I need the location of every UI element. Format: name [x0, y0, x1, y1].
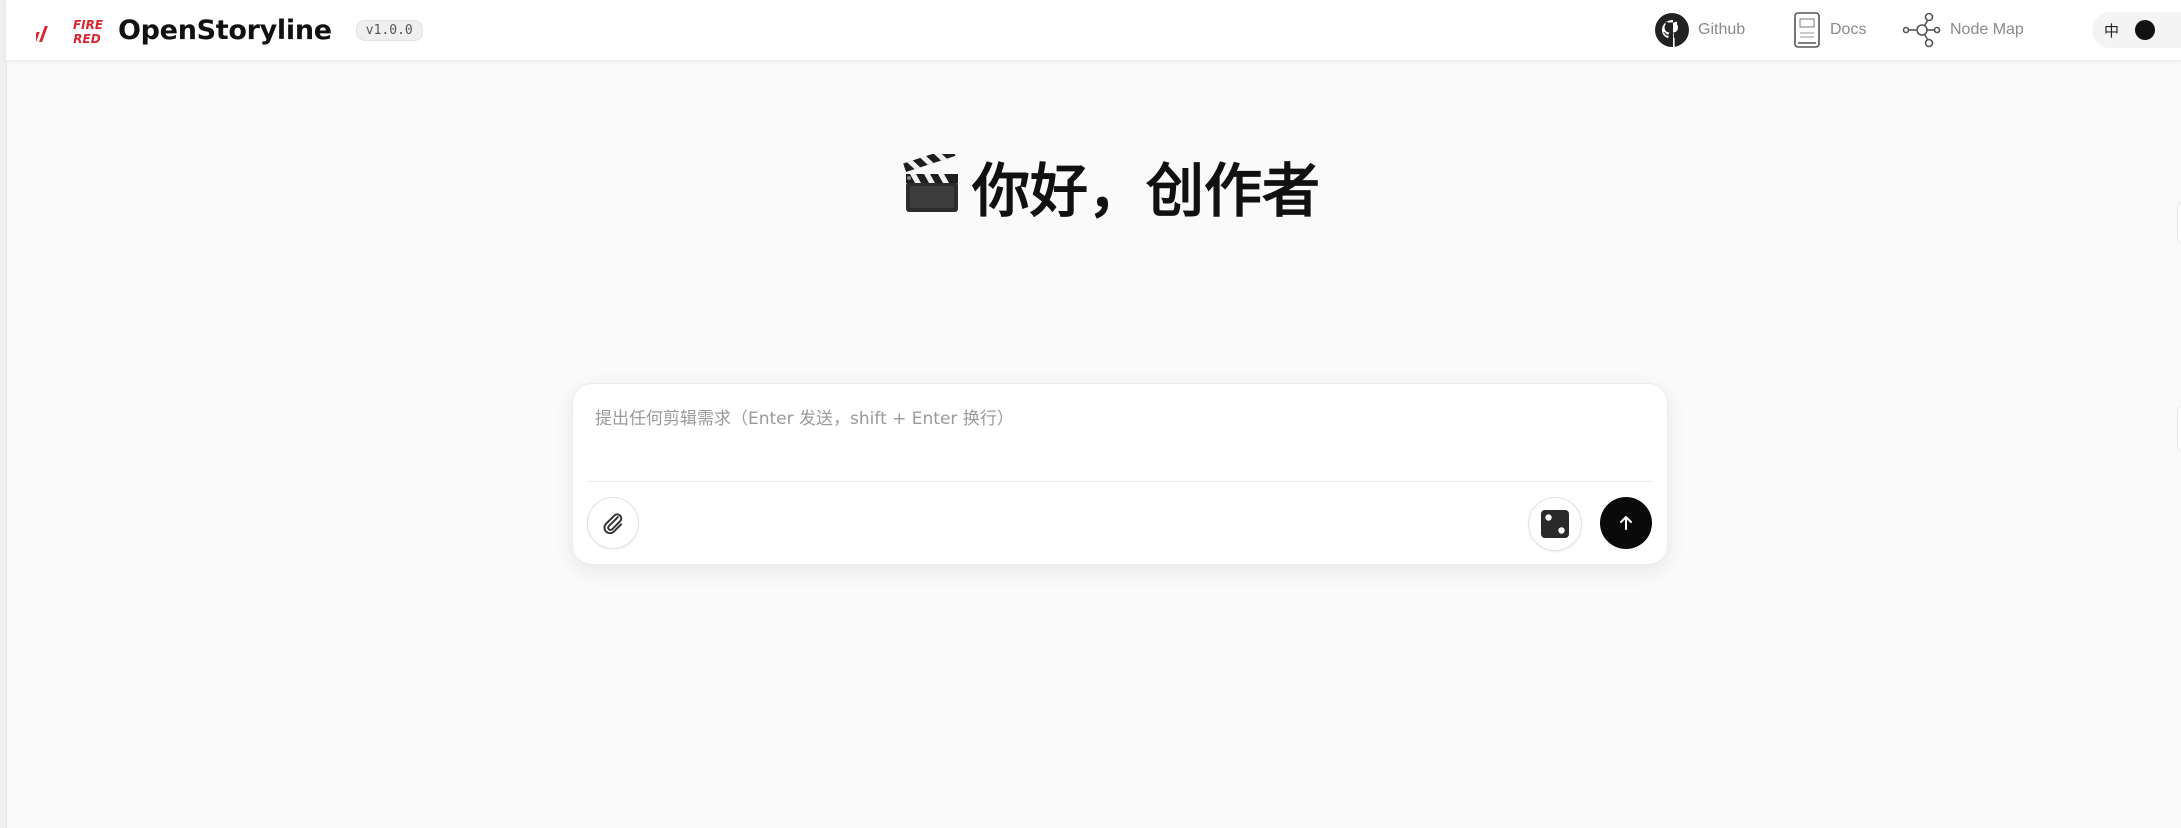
version-badge: v1.0.0	[355, 19, 423, 41]
send-button[interactable]	[1600, 497, 1652, 549]
language-toggle[interactable]: 中	[2092, 12, 2181, 48]
toggle-knob	[2135, 20, 2156, 40]
composer	[572, 383, 1668, 565]
node-map-link[interactable]: Node Map	[1902, 8, 2024, 52]
greeting: 你好，创作者	[900, 148, 1320, 225]
firered-logo: FIRE RED	[36, 18, 104, 46]
arrow-up-icon	[1620, 516, 1632, 530]
right-edge-handle[interactable]	[2177, 406, 2181, 452]
greeting-title: 你好，创作者	[972, 157, 1321, 225]
github-icon	[1655, 13, 1689, 47]
nav-github-label: Github	[1698, 21, 1746, 38]
docs-icon	[1794, 12, 1820, 48]
nav-docs-label: Docs	[1830, 21, 1867, 38]
logo-text-bottom: RED	[73, 32, 100, 46]
language-label: 中	[2104, 21, 2120, 40]
dice-button[interactable]	[1528, 497, 1582, 551]
brand[interactable]: FIRE RED OpenStoryline v1.0.0	[36, 10, 423, 50]
right-edge-handle[interactable]	[2177, 202, 2181, 244]
github-link[interactable]: Github	[1654, 8, 1745, 52]
top-bar: FIRE RED OpenStoryline v1.0.0 Github Doc…	[6, 0, 2181, 61]
left-edge-rail	[0, 0, 7, 828]
clapper-board-icon	[903, 154, 958, 212]
composer-divider	[587, 481, 1653, 482]
prompt-input[interactable]	[595, 404, 1635, 444]
node-map-icon	[1902, 12, 1941, 48]
attach-button[interactable]	[587, 497, 639, 549]
paperclip-icon	[603, 513, 623, 535]
docs-link[interactable]: Docs	[1792, 8, 1866, 52]
dice-icon	[1541, 510, 1569, 538]
brand-name: OpenStoryline	[118, 14, 332, 46]
nav-node-map-label: Node Map	[1950, 21, 2024, 38]
logo-text-top: FIRE	[73, 18, 104, 32]
